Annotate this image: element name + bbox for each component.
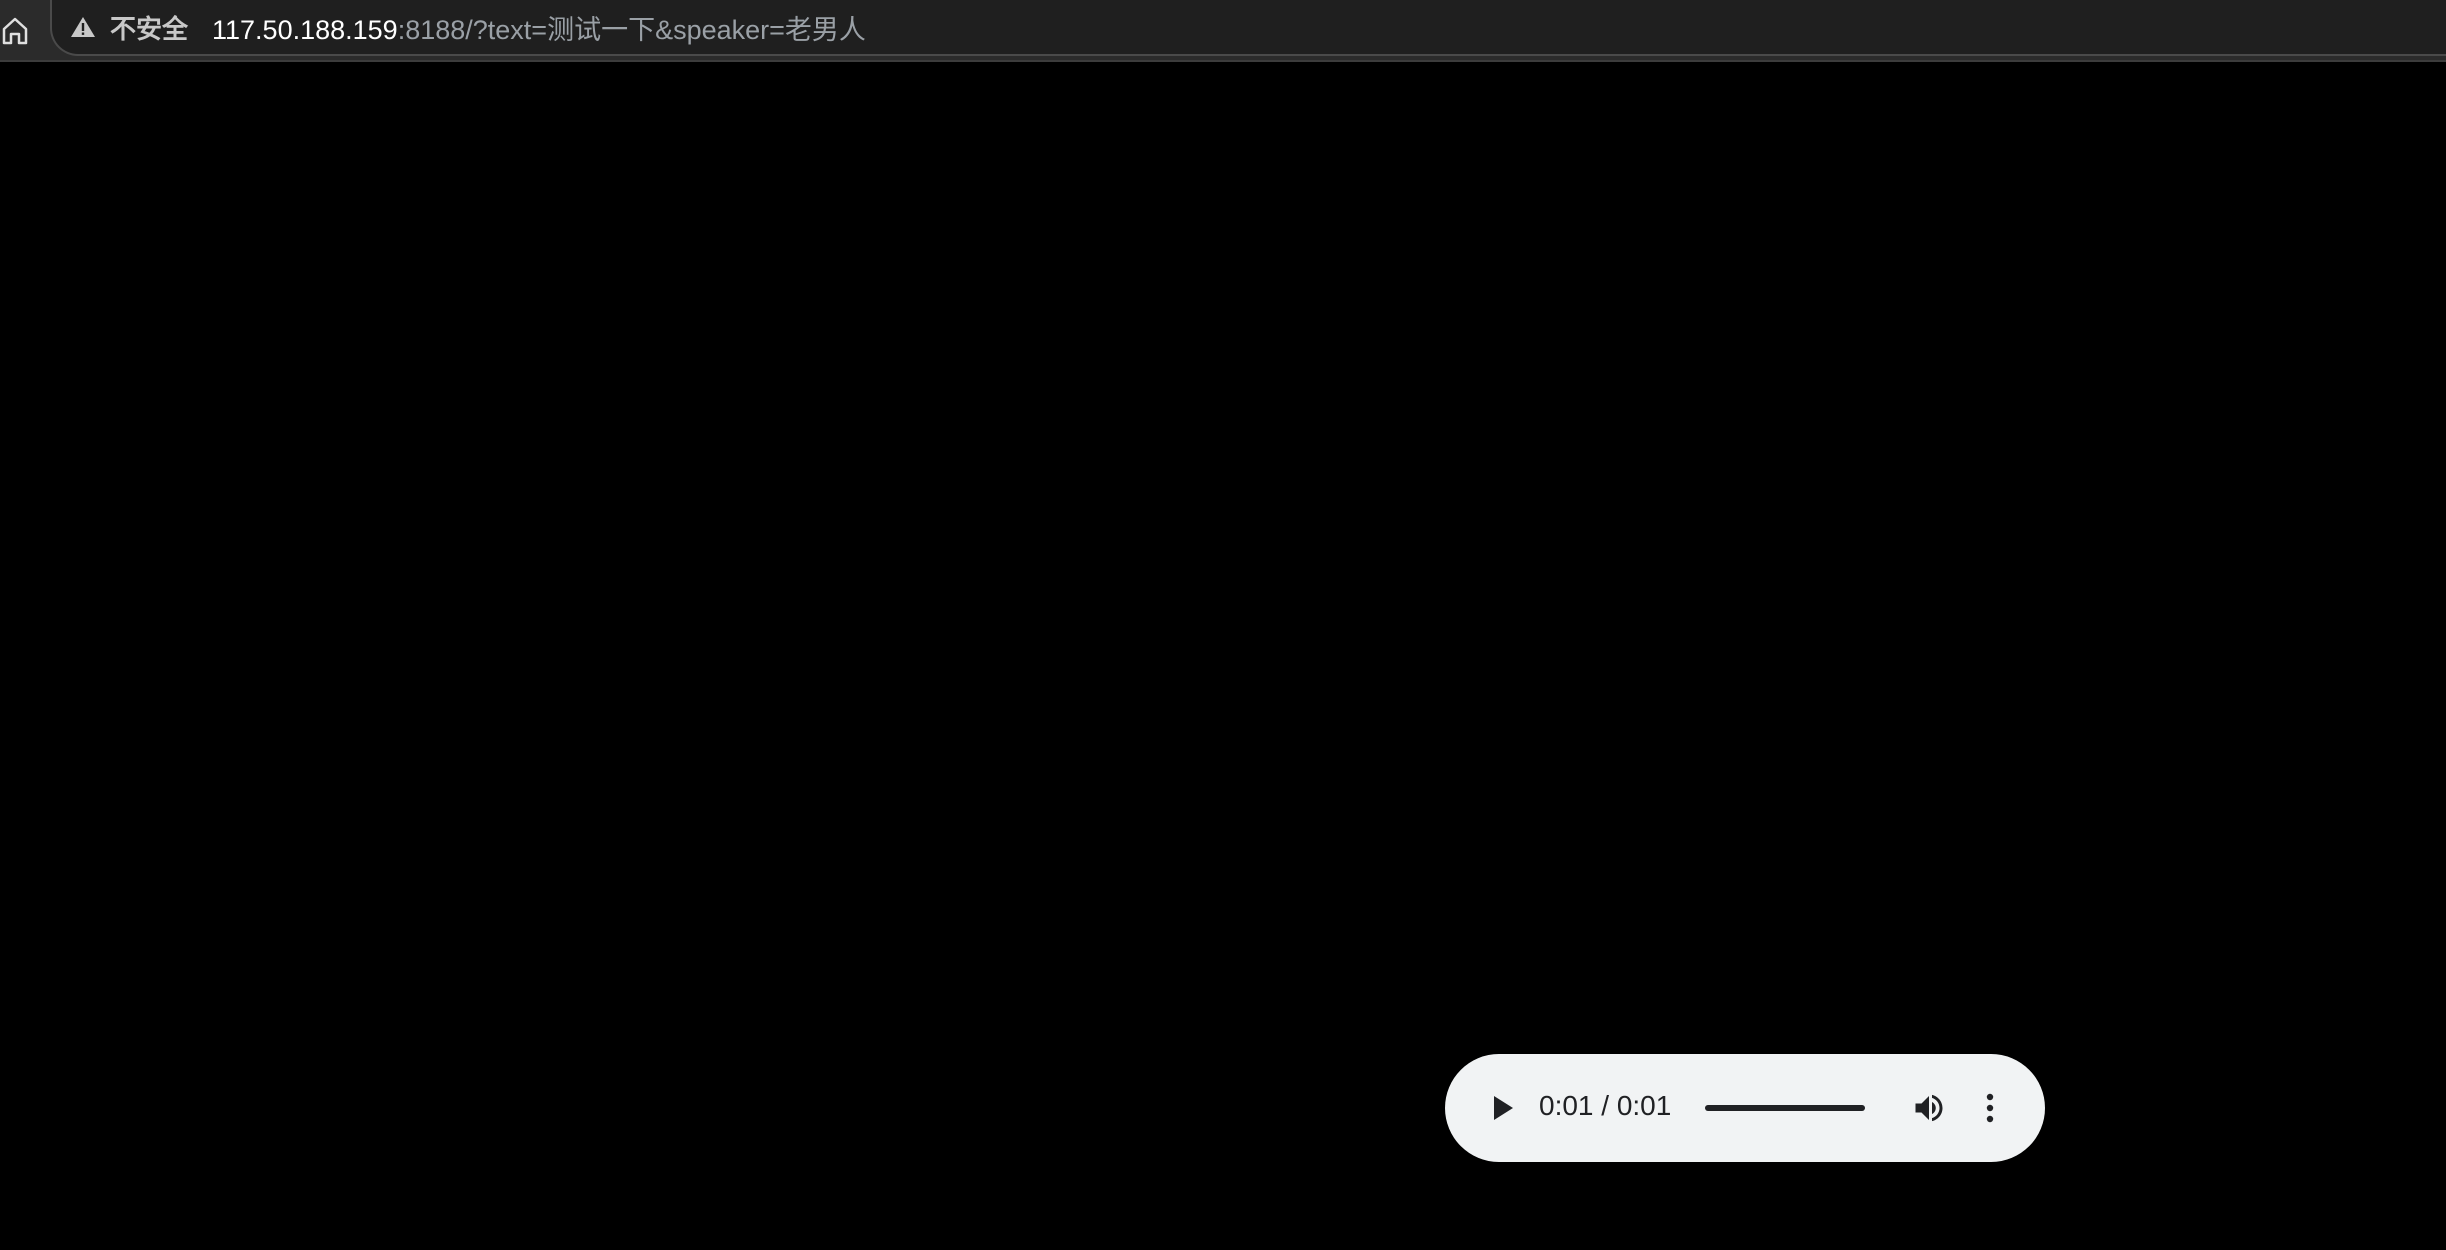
- browser-toolbar: 不安全 117.50.188.159:8188/?text=测试一下&speak…: [0, 0, 2446, 62]
- volume-icon: [1915, 1094, 1943, 1122]
- volume-button[interactable]: [1907, 1086, 1951, 1130]
- play-icon: [1494, 1096, 1513, 1120]
- play-button[interactable]: [1483, 1088, 1523, 1128]
- time-display: 0:01 / 0:01: [1539, 1090, 1672, 1121]
- home-icon: [2, 17, 28, 45]
- security-indicator[interactable]: 不安全: [70, 9, 188, 46]
- more-vertical-icon: [1986, 1093, 1994, 1123]
- warning-icon: [71, 17, 95, 37]
- progress-slider[interactable]: [1705, 1098, 1865, 1118]
- url-text[interactable]: 117.50.188.159:8188/?text=测试一下&speaker=老…: [212, 8, 866, 47]
- audio-player: 0:01 / 0:01: [1445, 1054, 2045, 1162]
- more-options-button[interactable]: [1975, 1086, 2005, 1130]
- home-button[interactable]: [0, 10, 30, 50]
- url-path: :8188/?text=测试一下&speaker=老男人: [397, 14, 866, 45]
- address-bar[interactable]: 不安全 117.50.188.159:8188/?text=测试一下&speak…: [50, 0, 2446, 56]
- security-label: 不安全: [110, 13, 189, 44]
- progress-fill: [1705, 1105, 1865, 1111]
- url-host: 117.50.188.159: [212, 14, 398, 45]
